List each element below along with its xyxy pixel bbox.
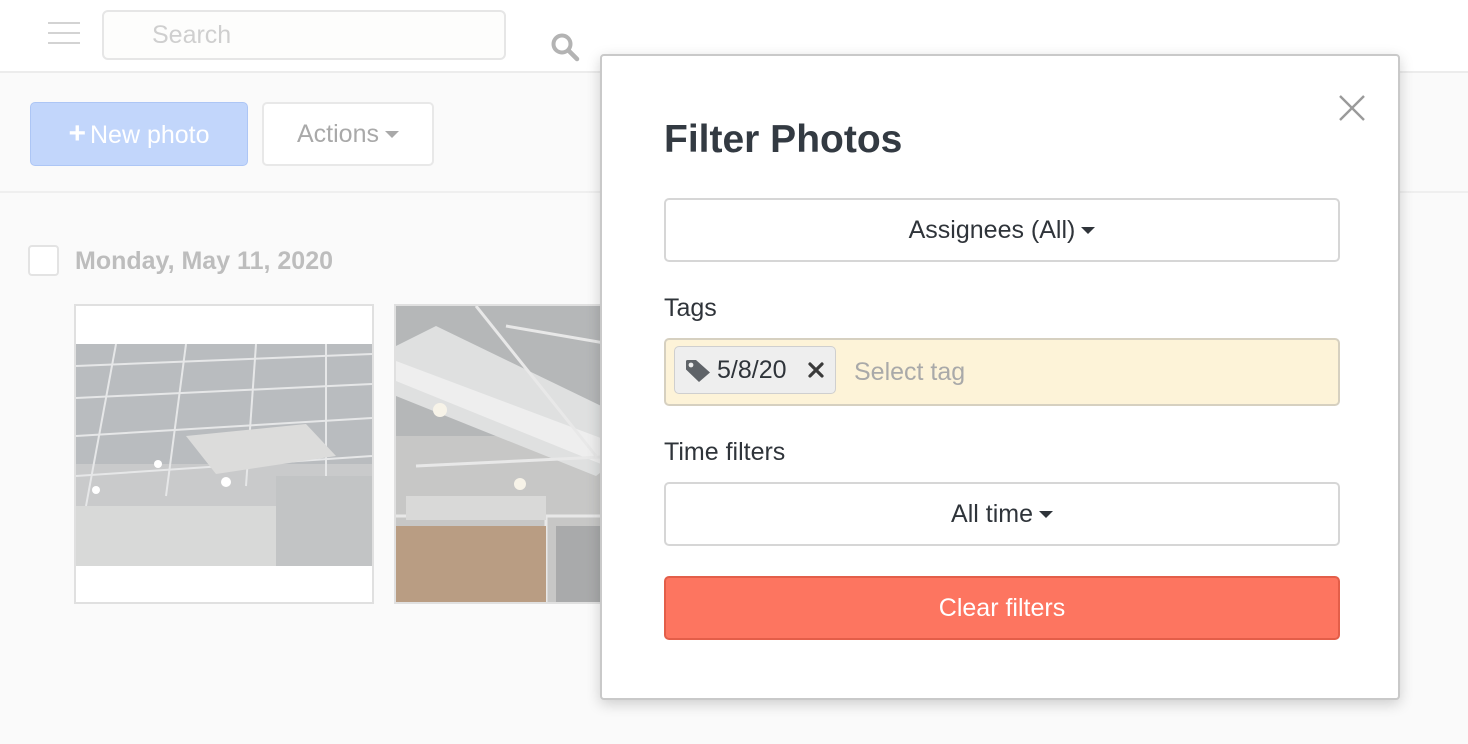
time-filter-value: All time xyxy=(951,500,1033,528)
photo-thumbnail[interactable] xyxy=(74,304,374,604)
assignees-label: Assignees (All) xyxy=(908,216,1076,244)
caret-down-icon xyxy=(1038,510,1053,518)
search-box xyxy=(102,10,580,62)
time-filter-dropdown[interactable]: All time xyxy=(664,482,1340,546)
remove-tag-icon[interactable] xyxy=(807,361,825,379)
date-group-checkbox[interactable] xyxy=(28,245,59,276)
actions-label: Actions xyxy=(297,120,379,148)
new-photo-label: New photo xyxy=(90,121,210,149)
date-group-label: Monday, May 11, 2020 xyxy=(75,247,333,275)
photo-thumbnail[interactable] xyxy=(394,304,624,604)
tag-chip-label: 5/8/20 xyxy=(717,356,787,384)
ductwork-photo-image xyxy=(396,306,622,602)
actions-dropdown-button[interactable]: Actions xyxy=(262,102,434,166)
assignees-dropdown[interactable]: Assignees (All) xyxy=(664,198,1340,262)
ceiling-photo-image xyxy=(76,306,372,602)
new-photo-button[interactable]: + New photo xyxy=(30,102,248,166)
search-icon[interactable] xyxy=(550,32,580,62)
tag-icon xyxy=(686,360,710,382)
modal-title: Filter Photos xyxy=(664,118,903,161)
tag-search-input[interactable] xyxy=(854,354,1314,390)
close-icon[interactable] xyxy=(1336,92,1368,124)
hamburger-menu-icon[interactable] xyxy=(48,20,82,46)
plus-icon: + xyxy=(68,117,86,150)
search-input[interactable] xyxy=(124,18,444,52)
tags-select-field[interactable]: 5/8/20 xyxy=(664,338,1340,406)
photos-app: +New photo Actions Monday, May 11, 2020 xyxy=(0,0,1468,744)
filter-photos-modal: Filter Photos Assignees (All) Tags 5/8/2… xyxy=(600,54,1400,700)
tags-label: Tags xyxy=(664,294,717,322)
time-filters-label: Time filters xyxy=(664,438,786,466)
tag-chip: 5/8/20 xyxy=(674,346,836,394)
caret-down-icon xyxy=(1081,226,1096,234)
clear-filters-button[interactable]: Clear filters xyxy=(664,576,1340,640)
caret-down-icon xyxy=(384,130,399,138)
